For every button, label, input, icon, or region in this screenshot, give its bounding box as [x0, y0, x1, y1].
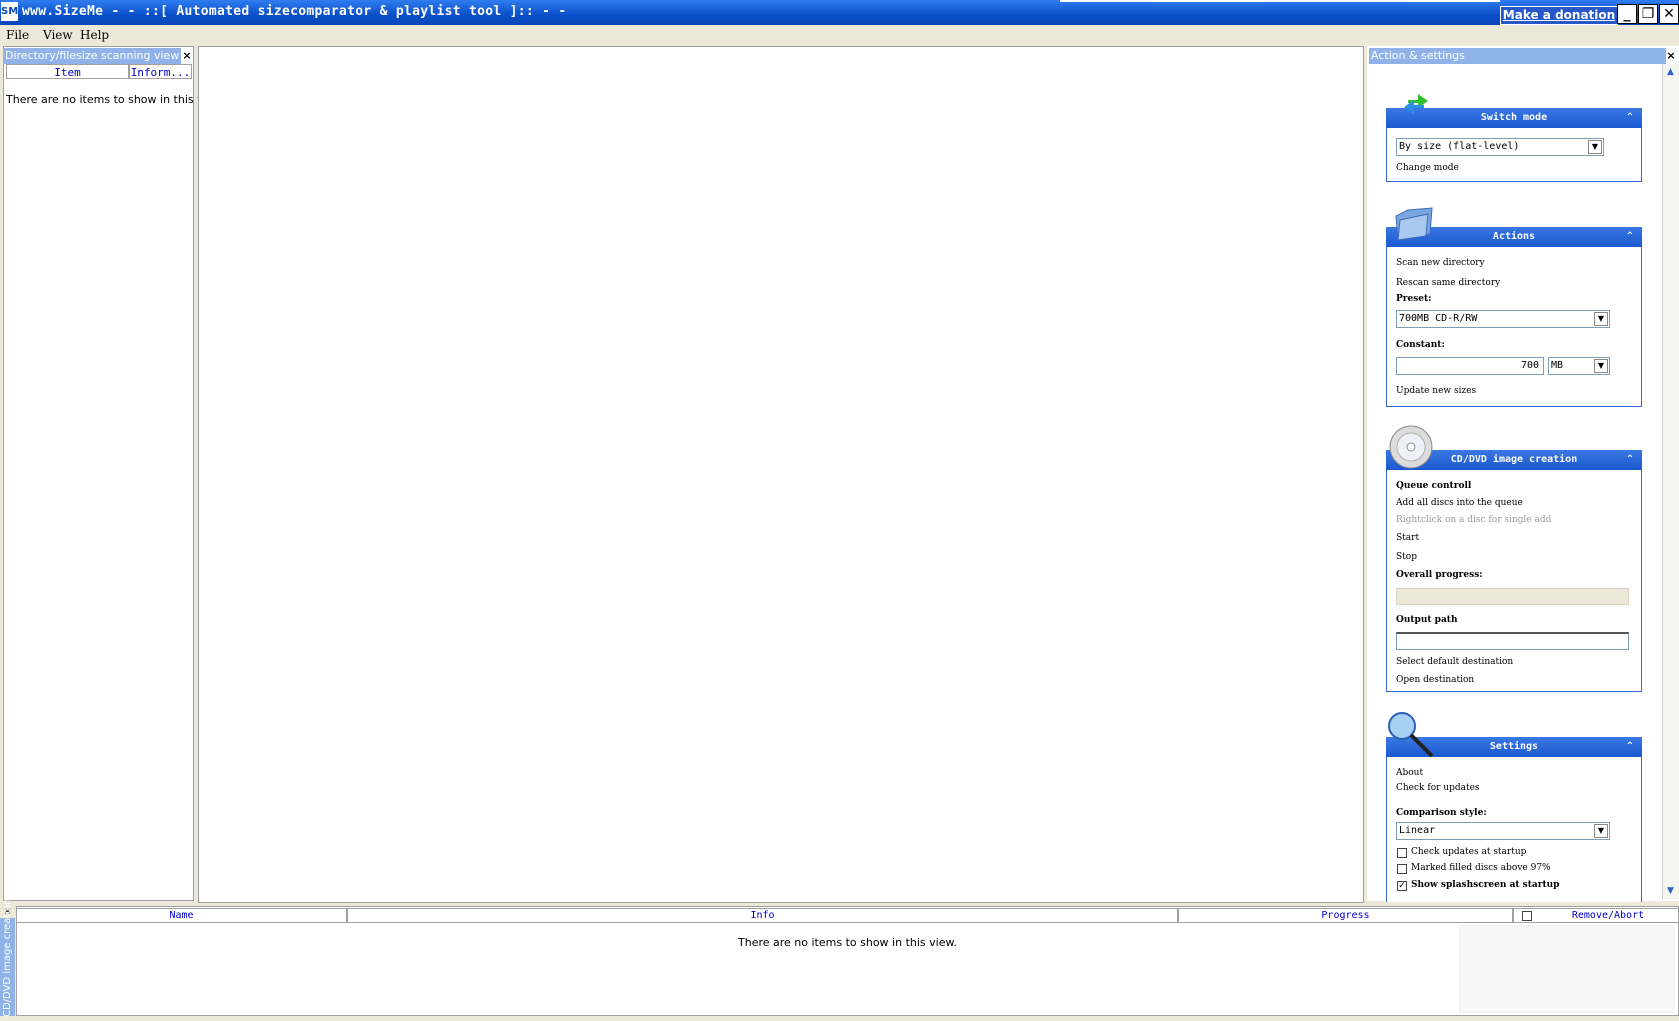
comparison-style-select[interactable]: Linear ▼ — [1396, 822, 1610, 840]
show-splashscreen-label: Show splashscreen at startup — [1411, 880, 1560, 890]
chevron-down-icon: ▼ — [1588, 140, 1602, 154]
folder-icon — [1395, 207, 1433, 241]
column-header-information[interactable]: Inform... — [129, 64, 192, 79]
rescan-directory-link[interactable]: Rescan same directory — [1396, 278, 1500, 288]
app-icon: SM — [1, 2, 18, 21]
left-empty-message: There are no items to show in this view. — [6, 93, 225, 106]
about-link[interactable]: About — [1396, 768, 1423, 778]
right-panel-close-icon[interactable]: × — [1665, 48, 1677, 64]
output-path-label: Output path — [1396, 615, 1458, 625]
preset-select[interactable]: 700MB CD-R/RW ▼ — [1396, 310, 1610, 328]
faded-overlay-popup — [1459, 925, 1674, 1013]
mode-select[interactable]: By size (flat-level) ▼ — [1396, 138, 1604, 156]
left-panel-close-icon[interactable]: × — [181, 48, 193, 64]
maximize-button[interactable]: ❐ — [1638, 4, 1658, 24]
check-updates-startup-checkbox[interactable] — [1397, 848, 1407, 858]
select-all-checkbox[interactable] — [1522, 911, 1532, 921]
scroll-up-icon[interactable]: ▲ — [1663, 65, 1678, 80]
column-header-info[interactable]: Info — [347, 908, 1178, 923]
close-button[interactable]: ✕ — [1659, 4, 1679, 24]
switch-arrows-icon — [1404, 94, 1428, 114]
add-all-discs-link[interactable]: Add all discs into the queue — [1396, 498, 1523, 508]
scan-directory-link[interactable]: Scan new directory — [1396, 258, 1485, 268]
bottom-empty-message: There are no items to show in this view. — [738, 936, 957, 949]
comparison-style-label: Comparison style: — [1396, 808, 1487, 818]
column-header-remove-abort[interactable]: Remove/Abort — [1513, 908, 1679, 923]
magnifier-icon — [1388, 712, 1434, 758]
marked-filled-discs-label: Marked filled discs above 97% — [1411, 863, 1551, 873]
select-default-destination-link[interactable]: Select default destination — [1396, 657, 1513, 667]
settings-group — [1386, 737, 1642, 902]
column-header-remove-abort-label: Remove/Abort — [1571, 910, 1645, 921]
mode-select-value: By size (flat-level) — [1399, 141, 1520, 152]
comparison-style-value: Linear — [1399, 825, 1436, 836]
menu-view[interactable]: View — [43, 28, 73, 42]
chevron-down-icon: ▼ — [1594, 359, 1608, 373]
menu-bar — [0, 25, 1679, 46]
queue-control-label: Queue controll — [1396, 481, 1472, 491]
check-updates-link[interactable]: Check for updates — [1396, 783, 1480, 793]
left-panel-caption: Directory/filesize scanning view — [3, 48, 181, 64]
update-sizes-link[interactable]: Update new sizes — [1396, 386, 1476, 396]
right-panel-scrollbar[interactable] — [1662, 64, 1679, 899]
overall-progress-label: Overall progress: — [1396, 570, 1483, 580]
minimize-button[interactable]: _ — [1617, 4, 1637, 24]
window-title: www.SizeMe - - ::[ Automated sizecompara… — [22, 4, 567, 19]
column-header-item[interactable]: Item — [6, 64, 129, 79]
cd-disc-icon — [1389, 425, 1433, 469]
collapse-chevron-icon[interactable]: ⌃ — [1622, 108, 1638, 128]
menu-help[interactable]: Help — [80, 28, 109, 42]
scroll-down-icon[interactable]: ▼ — [1663, 884, 1678, 899]
change-mode-link[interactable]: Change mode — [1396, 163, 1459, 173]
unit-select[interactable]: MB ▼ — [1548, 357, 1610, 375]
preset-label: Preset: — [1396, 294, 1432, 304]
menu-file[interactable]: File — [6, 28, 29, 42]
chevron-down-icon: ▼ — [1594, 824, 1608, 838]
main-view[interactable] — [198, 46, 1364, 903]
column-header-name[interactable]: Name — [16, 908, 347, 923]
marked-filled-discs-checkbox[interactable] — [1397, 864, 1407, 874]
check-updates-startup-label: Check updates at startup — [1411, 847, 1527, 857]
output-path-input[interactable] — [1396, 632, 1629, 650]
bottom-panel-caption: CD/DVD image creation — [2, 898, 13, 1017]
collapse-chevron-icon[interactable]: ⌃ — [1622, 737, 1638, 757]
chevron-down-icon: ▼ — [1594, 312, 1608, 326]
open-destination-link[interactable]: Open destination — [1396, 675, 1474, 685]
overall-progress-bar — [1396, 588, 1629, 605]
rightclick-hint: Rightclick on a disc for single add — [1396, 515, 1552, 525]
collapse-chevron-icon[interactable]: ⌃ — [1622, 227, 1638, 247]
right-panel-caption: Action & settings — [1369, 48, 1666, 64]
preset-select-value: 700MB CD-R/RW — [1399, 313, 1478, 324]
start-link[interactable]: Start — [1396, 533, 1419, 543]
constant-label: Constant: — [1396, 340, 1445, 350]
donate-button[interactable]: Make a donation — [1500, 6, 1618, 25]
column-header-progress[interactable]: Progress — [1178, 908, 1513, 923]
show-splashscreen-checkbox[interactable]: ✓ — [1397, 881, 1407, 891]
unit-select-value: MB — [1551, 360, 1564, 371]
directory-scan-panel — [3, 46, 194, 901]
constant-input[interactable]: 700 — [1396, 357, 1544, 375]
stop-link[interactable]: Stop — [1396, 552, 1417, 562]
collapse-chevron-icon[interactable]: ⌃ — [1622, 450, 1638, 470]
title-bar-highlight — [1060, 0, 1500, 2]
